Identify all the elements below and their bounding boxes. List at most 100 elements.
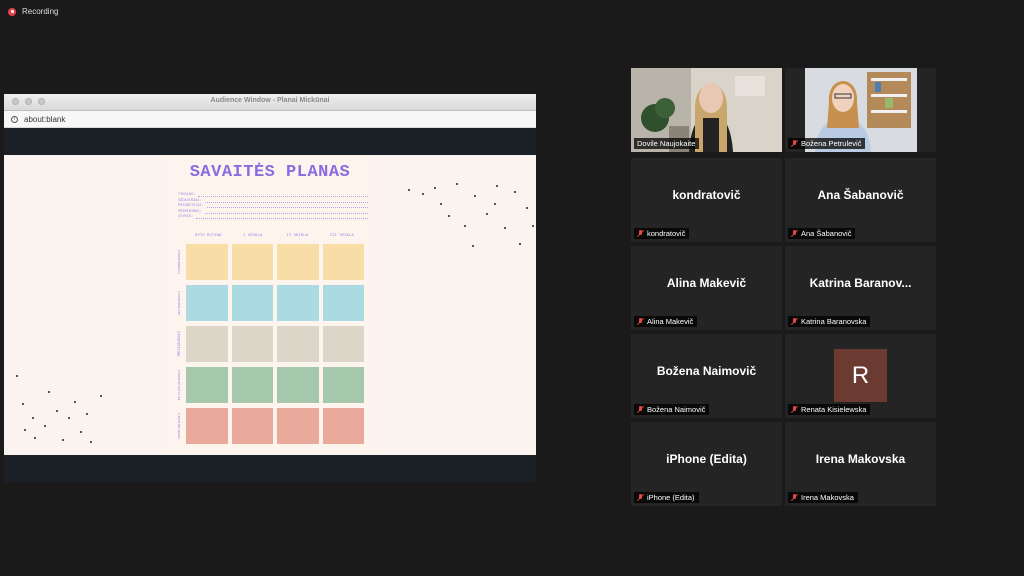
decorative-dot bbox=[90, 441, 92, 443]
recording-indicator[interactable]: Recording bbox=[8, 7, 58, 16]
participant-tile[interactable]: Dovile Naujokaite bbox=[631, 68, 782, 152]
participant-display-name: Alina Makevič bbox=[666, 276, 747, 290]
planner-field: PRIORITETAI: bbox=[178, 203, 368, 209]
decorative-dot bbox=[48, 391, 50, 393]
planner-field-label: TIKSLAS: bbox=[178, 193, 196, 198]
decorative-dot bbox=[16, 375, 18, 377]
planner-cell bbox=[231, 408, 273, 444]
participant-name: Božena Petrulevič bbox=[801, 139, 862, 148]
muted-mic-icon bbox=[791, 493, 798, 502]
decorative-dot bbox=[100, 395, 102, 397]
decorative-dot bbox=[474, 195, 476, 197]
muted-mic-icon bbox=[791, 139, 798, 148]
planner-cell bbox=[231, 285, 273, 321]
planner-day-label: KETVIRTADIENIS bbox=[178, 369, 182, 401]
participant-name-label: Božena Naimovič bbox=[634, 404, 710, 415]
participant-name: Irena Makovska bbox=[801, 493, 854, 502]
participant-tile[interactable]: Alina Makevič Alina Makevič bbox=[631, 246, 782, 330]
avatar: R bbox=[834, 349, 887, 402]
decorative-dot bbox=[434, 187, 436, 189]
muted-mic-icon bbox=[791, 317, 798, 326]
participant-display-name: Irena Makovska bbox=[815, 452, 906, 466]
planner-day-label: TREČIADIENIS bbox=[178, 331, 182, 357]
window-titlebar: Audience Window - Planai Mickūnai bbox=[4, 94, 536, 111]
planner-cell bbox=[277, 285, 319, 321]
participant-display-name: Katrina Baranov... bbox=[809, 276, 912, 290]
decorative-dot bbox=[494, 203, 496, 205]
url-text: about:blank bbox=[24, 114, 66, 124]
decorative-dot bbox=[422, 193, 424, 195]
participant-display-name: kondratovič bbox=[672, 188, 741, 202]
planner-field: PRIMINIMAI: bbox=[178, 208, 368, 214]
participant-tile[interactable]: Ana Šabanovič Ana Šabanovič bbox=[785, 158, 936, 242]
planner-row: ANTRADIENIS bbox=[174, 285, 364, 321]
decorative-dot bbox=[456, 183, 458, 185]
planner-fields: TIKSLAS: UŽDAVINIAI: PRIORITETAI: PRIMINIMA… bbox=[178, 192, 368, 219]
participant-tile[interactable]: Božena Naimovič Božena Naimovič bbox=[631, 334, 782, 418]
participant-name-label: kondratovič bbox=[634, 228, 690, 239]
decorative-dot bbox=[448, 215, 450, 217]
participant-name-label: Irena Makovska bbox=[788, 492, 858, 503]
decorative-dot bbox=[472, 245, 474, 247]
info-icon[interactable]: i bbox=[11, 115, 18, 123]
participant-tile[interactable]: kondratovič kondratovič bbox=[631, 158, 782, 242]
muted-mic-icon bbox=[637, 493, 644, 502]
planner-field-label: PRIMINIMAI: bbox=[178, 209, 202, 214]
presentation-slide: SAVAITĖS PLANAS TIKSLAS: UŽDAVINIAI: PRIOR… bbox=[4, 155, 536, 455]
decorative-dot bbox=[24, 429, 26, 431]
participant-name: Dovile Naujokaite bbox=[637, 139, 696, 148]
planner-cell bbox=[277, 367, 319, 403]
participant-tile[interactable]: Božena Petrulevič bbox=[785, 68, 936, 152]
decorative-dot bbox=[514, 191, 516, 193]
planner-cell bbox=[277, 244, 319, 280]
planner-day-label: PENKTADIENIS bbox=[178, 413, 182, 439]
participant-tile[interactable]: iPhone (Edita) iPhone (Edita) bbox=[631, 422, 782, 506]
participant-name: Katrina Baranovska bbox=[801, 317, 867, 326]
planner-cell bbox=[186, 285, 228, 321]
participant-tile[interactable]: R Renata Kisielewska bbox=[785, 334, 936, 418]
decorative-dot bbox=[56, 410, 58, 412]
planner-cell bbox=[186, 326, 228, 362]
participant-name-label: Dovile Naujokaite bbox=[634, 138, 700, 149]
participant-name: Renata Kisielewska bbox=[801, 405, 867, 414]
participant-name-label: Renata Kisielewska bbox=[788, 404, 871, 415]
participant-tile[interactable]: Katrina Baranov... Katrina Baranovska bbox=[785, 246, 936, 330]
weekly-planner: SAVAITĖS PLANAS TIKSLAS: UŽDAVINIAI: PRIOR… bbox=[166, 155, 374, 455]
muted-mic-icon bbox=[637, 229, 644, 238]
participant-name-label: Alina Makevič bbox=[634, 316, 698, 327]
planner-row: PENKTADIENIS bbox=[174, 408, 364, 444]
address-bar[interactable]: i about:blank bbox=[4, 111, 536, 128]
muted-mic-icon bbox=[791, 229, 798, 238]
decorative-dot bbox=[34, 437, 36, 439]
participant-name-label: iPhone (Edita) bbox=[634, 492, 699, 503]
participant-display-name: iPhone (Edita) bbox=[666, 452, 747, 466]
planner-title: SAVAITĖS PLANAS bbox=[189, 163, 351, 182]
decorative-dot bbox=[486, 213, 488, 215]
decorative-dot bbox=[22, 403, 24, 405]
planner-column-header: II VEIKLA bbox=[286, 234, 309, 238]
decorative-dot bbox=[86, 413, 88, 415]
planner-cell bbox=[322, 408, 364, 444]
decorative-dot bbox=[62, 439, 64, 441]
decorative-dot bbox=[519, 243, 521, 245]
participant-name: Alina Makevič bbox=[647, 317, 694, 326]
participant-name-label: Božena Petrulevič bbox=[788, 138, 866, 149]
planner-field: TIKSLAS: bbox=[178, 192, 368, 198]
planner-day-label: PIRMADIENIS bbox=[178, 250, 182, 274]
muted-mic-icon bbox=[637, 317, 644, 326]
decorative-dot bbox=[464, 225, 466, 227]
shared-screen: Audience Window - Planai Mickūnai i abou… bbox=[4, 94, 536, 482]
planner-cell bbox=[277, 408, 319, 444]
participant-tile[interactable]: Irena Makovska Irena Makovska bbox=[785, 422, 936, 506]
decorative-dot bbox=[532, 225, 534, 227]
decorative-dot bbox=[504, 227, 506, 229]
decorative-dot bbox=[408, 189, 410, 191]
participant-display-name: Ana Šabanovič bbox=[817, 188, 904, 202]
planner-column-header: RYTO RUTINA bbox=[195, 234, 222, 238]
participant-display-name: Božena Naimovič bbox=[656, 364, 757, 378]
participant-name-label: Ana Šabanovič bbox=[788, 228, 856, 239]
decorative-dot bbox=[496, 185, 498, 187]
planner-cell bbox=[322, 367, 364, 403]
decorative-dot bbox=[440, 203, 442, 205]
planner-cell bbox=[186, 244, 228, 280]
